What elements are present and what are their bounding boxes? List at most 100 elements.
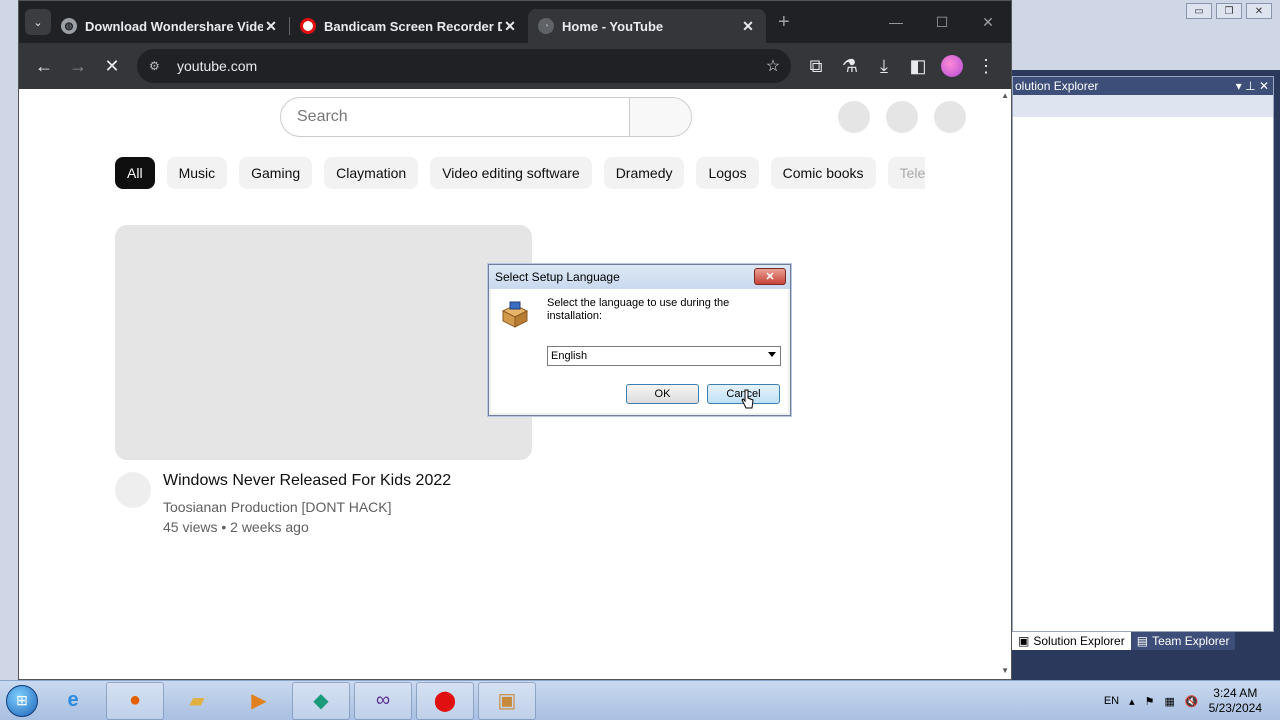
chip-logos[interactable]: Logos bbox=[696, 157, 759, 189]
window-controls: — ☐ ✕ bbox=[873, 1, 1011, 43]
chip-video-editing[interactable]: Video editing software bbox=[430, 157, 592, 189]
hand-cursor-icon bbox=[741, 389, 754, 409]
stop-loading-icon[interactable]: ✕ bbox=[95, 49, 129, 83]
dropdown-arrow-icon bbox=[768, 352, 776, 357]
side-panel-icon[interactable]: ◧ bbox=[901, 49, 935, 83]
channel-avatar[interactable] bbox=[115, 472, 151, 508]
new-tab-icon[interactable]: + bbox=[778, 11, 790, 34]
solution-explorer-panel: olution Explorer ▾ ⊥ ✕ bbox=[1012, 76, 1274, 632]
network-icon[interactable]: ▦ bbox=[1165, 695, 1175, 708]
windows-logo-icon: ⊞ bbox=[6, 684, 38, 717]
chip-comic-books[interactable]: Comic books bbox=[770, 157, 876, 189]
chip-claymation[interactable]: Claymation bbox=[324, 157, 419, 189]
address-bar[interactable]: ⚙ youtube.com ☆ bbox=[137, 49, 791, 83]
search-box[interactable]: Search bbox=[280, 97, 692, 137]
chip-dramedy[interactable]: Dramedy bbox=[603, 157, 685, 189]
ide-close-button[interactable]: ✕ bbox=[1246, 3, 1272, 19]
profile-avatar[interactable] bbox=[935, 49, 969, 83]
installer-box-icon bbox=[501, 301, 529, 328]
taskbar-filmora[interactable]: ◆ bbox=[292, 681, 350, 720]
video-channel[interactable]: Toosianan Production [DONT HACK] bbox=[163, 499, 392, 515]
video-meta: 45 views • 2 weeks ago bbox=[163, 519, 309, 535]
taskbar-firefox[interactable]: ● bbox=[106, 681, 164, 720]
video-title[interactable]: Windows Never Released For Kids 2022 bbox=[163, 472, 451, 490]
scroll-up-arrow-icon[interactable]: ▲ bbox=[1001, 91, 1009, 100]
taskbar-visual-studio[interactable]: ∞ bbox=[354, 681, 412, 720]
address-text: youtube.com bbox=[177, 58, 258, 74]
tab-solution-explorer-label: Solution Explorer bbox=[1033, 634, 1125, 648]
windows-taskbar: ⊞ e ● ▰ ▶ ◆ ∞ ⬤ ▣ EN ▴ ⚑ ▦ 🔇 3:24 AM 5/2… bbox=[0, 680, 1280, 720]
tab-bandicam[interactable]: Bandicam Screen Recorder Do ✕ bbox=[290, 9, 528, 43]
site-info-icon[interactable]: ⚙ bbox=[149, 59, 167, 73]
labs-flask-icon[interactable]: ⚗ bbox=[833, 49, 867, 83]
create-placeholder-icon[interactable] bbox=[838, 101, 870, 133]
action-center-flag-icon[interactable]: ⚑ bbox=[1145, 695, 1155, 708]
ide-titlebar-area: ▭ ❐ ✕ bbox=[1012, 0, 1280, 70]
record-icon bbox=[300, 18, 316, 34]
taskbar-media-player[interactable]: ▶ bbox=[230, 682, 288, 720]
search-button[interactable] bbox=[629, 98, 691, 136]
ide-restore-button[interactable]: ❐ bbox=[1216, 3, 1242, 19]
show-hidden-icons-icon[interactable]: ▴ bbox=[1129, 695, 1135, 708]
bookmark-star-icon[interactable]: ☆ bbox=[761, 56, 785, 76]
dialog-titlebar: Select Setup Language ✕ bbox=[489, 265, 790, 289]
start-button[interactable]: ⊞ bbox=[0, 681, 44, 720]
close-icon[interactable]: ✕ bbox=[740, 18, 756, 35]
ide-left-strip bbox=[0, 0, 18, 680]
tab-wondershare[interactable]: ◍ Download Wondershare Video ✕ bbox=[51, 9, 289, 43]
scroll-down-arrow-icon[interactable]: ▼ bbox=[1001, 666, 1009, 675]
download-icon[interactable]: ⤓ bbox=[867, 49, 901, 83]
dialog-close-button[interactable]: ✕ bbox=[754, 268, 786, 285]
tab-youtube[interactable]: ◔ Home - YouTube ✕ bbox=[528, 9, 766, 43]
browser-toolbar: ← → ✕ ⚙ youtube.com ☆ ⧉ ⚗ ⤓ ◧ ⋮ bbox=[19, 43, 1011, 89]
taskbar-file-explorer[interactable]: ▰ bbox=[168, 682, 226, 720]
tab-strip: ⌄ ◍ Download Wondershare Video ✕ Bandica… bbox=[19, 1, 1011, 43]
language-select[interactable]: English bbox=[547, 346, 781, 366]
dialog-message: Select the language to use during the in… bbox=[547, 297, 730, 322]
firefox-icon: ● bbox=[128, 689, 142, 711]
taskbar-internet-explorer[interactable]: e bbox=[44, 682, 102, 720]
ide-bottom-tabs: ▣ Solution Explorer ▤ Team Explorer bbox=[1012, 632, 1280, 680]
notifications-placeholder-icon[interactable] bbox=[886, 101, 918, 133]
language-indicator[interactable]: EN bbox=[1104, 695, 1119, 707]
chevron-down-icon: ⌄ bbox=[33, 16, 43, 29]
close-icon[interactable]: ✕ bbox=[502, 18, 518, 35]
chip-all[interactable]: All bbox=[115, 157, 155, 189]
clock-time: 3:24 AM bbox=[1213, 686, 1258, 700]
record-icon: ⬤ bbox=[433, 690, 457, 712]
extensions-icon[interactable]: ⧉ bbox=[799, 49, 833, 83]
chip-tele[interactable]: Tele bbox=[887, 157, 925, 189]
chip-music[interactable]: Music bbox=[166, 157, 228, 189]
account-placeholder-icon[interactable] bbox=[934, 101, 966, 133]
forward-icon[interactable]: → bbox=[61, 49, 95, 83]
tab-team-explorer[interactable]: ▤ Team Explorer bbox=[1130, 632, 1236, 650]
taskbar-bandicam[interactable]: ⬤ bbox=[416, 681, 474, 720]
clock-date: 5/23/2024 bbox=[1208, 701, 1262, 715]
search-input[interactable]: Search bbox=[281, 98, 629, 136]
back-icon[interactable]: ← bbox=[27, 49, 61, 83]
filmora-icon: ◆ bbox=[313, 690, 329, 712]
tab-search-button[interactable]: ⌄ bbox=[25, 9, 51, 35]
maximize-icon[interactable]: ☐ bbox=[919, 1, 965, 43]
avatar bbox=[941, 55, 963, 77]
clock[interactable]: 3:24 AM 5/23/2024 bbox=[1209, 686, 1262, 716]
volume-muted-icon[interactable]: 🔇 bbox=[1185, 695, 1199, 708]
tab-solution-explorer[interactable]: ▣ Solution Explorer bbox=[1012, 632, 1131, 650]
ok-button[interactable]: OK bbox=[626, 384, 699, 404]
tab-title: Home - YouTube bbox=[562, 18, 664, 34]
taskbar-installer[interactable]: ▣ bbox=[478, 681, 536, 720]
system-tray: EN ▴ ⚑ ▦ 🔇 3:24 AM 5/23/2024 bbox=[1104, 681, 1280, 720]
infinity-icon: ∞ bbox=[375, 689, 391, 711]
tab-title: Download Wondershare Video bbox=[85, 18, 263, 34]
close-icon[interactable]: ✕ bbox=[263, 18, 279, 35]
solution-explorer-title: olution Explorer ▾ ⊥ ✕ bbox=[1013, 77, 1273, 95]
menu-kebab-icon[interactable]: ⋮ bbox=[969, 49, 1003, 83]
globe-icon: ◍ bbox=[61, 18, 77, 34]
minimize-icon[interactable]: — bbox=[873, 1, 919, 43]
close-icon[interactable]: ✕ bbox=[965, 1, 1011, 43]
loading-icon: ◔ bbox=[538, 18, 554, 34]
panel-controls[interactable]: ▾ ⊥ ✕ bbox=[1236, 79, 1269, 93]
chip-gaming[interactable]: Gaming bbox=[239, 157, 313, 189]
ide-minimize-button[interactable]: ▭ bbox=[1186, 3, 1212, 19]
video-thumbnail[interactable] bbox=[115, 225, 532, 460]
